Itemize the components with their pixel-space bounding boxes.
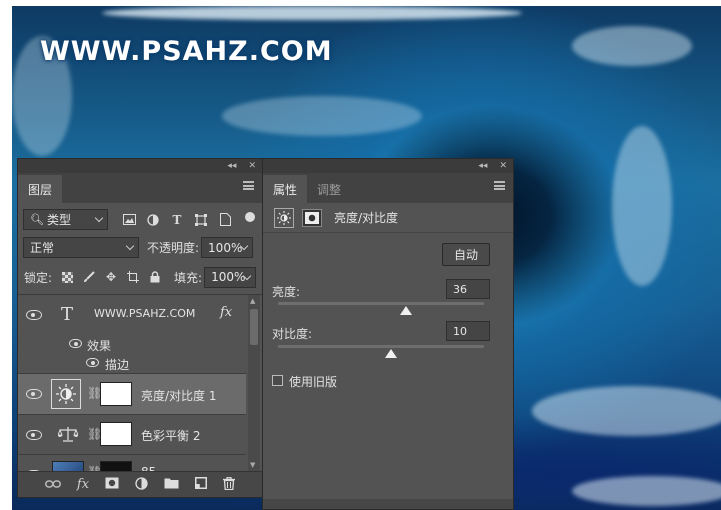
link-icon[interactable] (44, 478, 61, 492)
collapse-icon[interactable]: ◂◂ (227, 161, 236, 171)
fill-label: 填充: (174, 270, 203, 285)
panel-menu-icon[interactable] (243, 181, 254, 190)
mask-toggle-icon[interactable] (302, 208, 322, 227)
contrast-input[interactable]: 10 (446, 321, 490, 341)
folder-icon[interactable] (164, 477, 179, 492)
move-icon[interactable]: ✥ (104, 270, 118, 284)
properties-panel: ◂◂ ✕ 属性 调整 亮度/对比度 自动 亮度: 36 对比度: 10 使用旧版 (262, 158, 514, 510)
layer-filter-select[interactable]: 🔍︎ 类型 (23, 209, 108, 230)
layer-name: WWW.PSAHZ.COM (94, 307, 196, 320)
contrast-slider-knob[interactable] (385, 349, 398, 358)
tab-adjustments[interactable]: 调整 (307, 175, 351, 203)
fill-value: 100% (211, 270, 246, 284)
properties-tabbar: 属性 调整 (263, 173, 513, 203)
contrast-label: 对比度: (272, 327, 313, 341)
lock-transparent-icon[interactable] (60, 270, 74, 284)
chevron-down-icon (94, 213, 104, 223)
layer-color-balance[interactable]: ⛓ 色彩平衡 2 (18, 414, 246, 454)
scroll-up-icon[interactable]: ▲ (250, 297, 255, 305)
panel-titlebar[interactable]: ◂◂ ✕ (263, 159, 513, 173)
smart-object-filter-icon[interactable] (218, 213, 232, 227)
trash-icon[interactable] (223, 476, 236, 493)
filter-kind-value: 类型 (46, 213, 71, 227)
fill-input[interactable]: 100% (204, 266, 257, 288)
layer-image[interactable]: ⛓ 85 (18, 454, 246, 471)
opacity-input[interactable]: 100% (201, 237, 254, 258)
layers-tabbar: 图层 (18, 173, 262, 203)
tab-properties[interactable]: 属性 (263, 175, 308, 203)
layer-mask-thumbnail[interactable] (100, 422, 132, 446)
legacy-label: 使用旧版 (289, 375, 338, 389)
collapse-icon[interactable]: ◂◂ (478, 161, 487, 171)
panel-titlebar[interactable]: ◂◂ ✕ (18, 159, 262, 173)
layer-name: 亮度/对比度 1 (141, 389, 217, 403)
properties-bottom-bar (263, 499, 513, 509)
legacy-checkbox[interactable] (272, 375, 283, 386)
contrast-value: 10 (453, 324, 467, 338)
brush-icon[interactable] (82, 270, 96, 284)
search-icon: 🔍︎ (30, 213, 44, 226)
brightness-label: 亮度: (272, 285, 301, 299)
blend-mode-select[interactable]: 正常 (23, 237, 139, 258)
layer-brightness-contrast[interactable]: ⛓ 亮度/对比度 1 (18, 373, 246, 414)
stroke-effect-label: 描边 (105, 358, 130, 372)
layers-panel: ◂◂ ✕ 图层 🔍︎ 类型 T 正常 不透明度: 100% 锁定: ✥ 填充: … (17, 158, 263, 498)
tab-layers[interactable]: 图层 (18, 175, 63, 203)
layer-name: 色彩平衡 2 (141, 429, 201, 443)
auto-button[interactable]: 自动 (442, 243, 490, 266)
lock-icon[interactable] (148, 270, 162, 284)
shape-filter-icon[interactable] (194, 213, 208, 227)
new-layer-icon[interactable] (195, 477, 208, 492)
visibility-eye-icon[interactable] (26, 389, 42, 399)
layers-scrollbar[interactable]: ▲ ▼ (248, 295, 260, 471)
balance-scale-icon (57, 426, 79, 445)
layer-effect-stroke-row[interactable]: 描边 (18, 354, 246, 374)
artboard-lock-icon[interactable] (126, 270, 140, 284)
scroll-down-icon[interactable]: ▼ (250, 461, 255, 469)
opacity-label: 不透明度: (147, 241, 200, 255)
mask-icon[interactable] (105, 477, 119, 492)
fx-icon[interactable]: fx (220, 305, 232, 320)
brightness-contrast-icon (274, 207, 294, 228)
watermark-text: WWW.PSAHZ.COM (40, 36, 333, 67)
visibility-eye-icon[interactable] (69, 339, 82, 348)
brightness-value: 36 (453, 282, 467, 296)
scrollbar-thumb[interactable] (250, 309, 258, 345)
brightness-slider-knob[interactable] (399, 306, 412, 315)
visibility-eye-icon[interactable] (86, 358, 99, 367)
contrast-slider-track[interactable] (278, 345, 484, 348)
visibility-eye-icon[interactable] (26, 430, 42, 440)
filter-toggle-icon[interactable] (245, 212, 255, 222)
layers-list: T WWW.PSAHZ.COM fx 效果 描边 ⛓ 亮度/对比度 1 ⛓ 色彩… (18, 294, 262, 471)
effects-label: 效果 (87, 339, 112, 353)
blend-mode-value: 正常 (30, 241, 55, 255)
layer-text[interactable]: T WWW.PSAHZ.COM fx (18, 295, 246, 335)
brightness-slider-track[interactable] (278, 302, 484, 305)
image-mask-thumbnail[interactable] (100, 461, 132, 471)
lock-label: 锁定: (24, 270, 53, 285)
opacity-value: 100% (208, 240, 243, 255)
adjustment-icon[interactable] (135, 476, 148, 493)
image-filter-icon[interactable] (122, 213, 136, 227)
close-icon[interactable]: ✕ (499, 161, 507, 171)
text-layer-icon: T (61, 304, 74, 325)
adjustment-filter-icon[interactable] (146, 213, 160, 227)
layer-mask-thumbnail[interactable] (100, 382, 132, 406)
visibility-eye-icon[interactable] (26, 310, 42, 320)
fx-icon[interactable]: fx (77, 477, 89, 492)
brightness-contrast-icon (51, 379, 81, 409)
panel-menu-icon[interactable] (494, 181, 505, 190)
text-filter-icon[interactable]: T (170, 213, 184, 227)
image-thumbnail[interactable] (52, 461, 84, 471)
chevron-down-icon (125, 241, 135, 251)
layer-effects-row[interactable]: 效果 (18, 335, 246, 355)
properties-header: 亮度/对比度 (263, 203, 513, 233)
properties-title: 亮度/对比度 (334, 211, 399, 225)
layers-bottom-toolbar: fx (18, 471, 262, 497)
close-icon[interactable]: ✕ (248, 161, 256, 171)
brightness-input[interactable]: 36 (446, 279, 490, 299)
